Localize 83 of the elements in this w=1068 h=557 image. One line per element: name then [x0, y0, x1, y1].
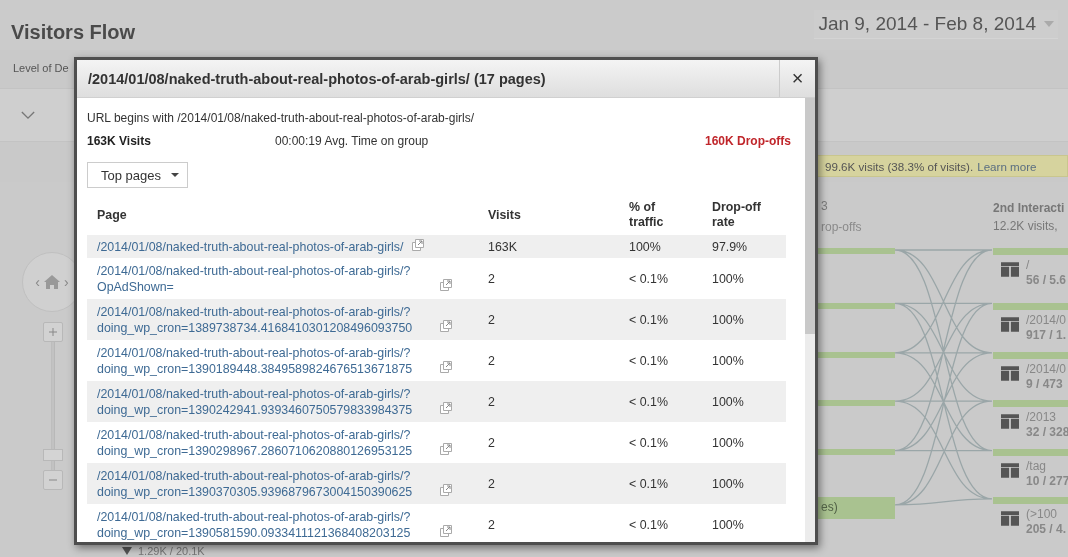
table-cell-text: < 0.1%: [628, 353, 669, 368]
table-cell-text: 100%: [628, 239, 662, 254]
page-group-icon: [1001, 414, 1019, 429]
page-group-icon: [1001, 262, 1019, 277]
column-subheading: rop-offs: [821, 220, 862, 234]
page-link[interactable]: /2014/01/08/naked-truth-about-real-photos-of-arab-girls/?doing_wp_cron=1390581590.0933411121368408203125: [97, 508, 432, 541]
table-cell-text: 100%: [711, 271, 745, 286]
chevron-down-icon[interactable]: [21, 110, 35, 120]
zoom-out-button[interactable]: [43, 470, 63, 490]
page-title: Visitors Flow: [11, 20, 136, 44]
page-group-icon: [1001, 317, 1019, 332]
open-in-new-window-icon[interactable]: [411, 238, 424, 251]
node-stats: 10 / 277: [1026, 474, 1068, 489]
table-cell-text: 2: [487, 517, 496, 532]
table-cell-text: 2: [487, 312, 496, 327]
node-stats: 9 / 473: [1026, 377, 1064, 392]
page-link[interactable]: /2014/01/08/naked-truth-about-real-photos-of-arab-girls/?doing_wp_cron=1390370305.9396879673004150390625: [97, 467, 432, 500]
table-cell-text: 100%: [711, 476, 745, 491]
page-link[interactable]: /2014/01/08/naked-truth-about-real-photos-of-arab-girls/?doing_wp_cron=1390189448.3849589824676513671875: [97, 344, 432, 377]
table-cell-text: 2: [487, 394, 496, 409]
slider-thumb[interactable]: [43, 448, 63, 461]
table-cell-text: 100%: [711, 312, 745, 327]
table-cell-text: 2: [487, 435, 496, 450]
column-subheading: 12.2K visits,: [993, 219, 1059, 233]
notice-text: 99.6K visits (38.3% of visits).: [825, 159, 974, 173]
table-cell-text: < 0.1%: [628, 312, 669, 327]
column-header: Page: [96, 207, 128, 223]
scrollbar[interactable]: [805, 98, 815, 542]
avg-time: 00:00:19 Avg. Time on group: [275, 134, 430, 148]
arrow-icon: [122, 547, 132, 555]
table-cell-text: 100%: [711, 394, 745, 409]
page-link[interactable]: /2014/01/08/naked-truth-about-real-photos-of-arab-girls/?doing_wp_cron=1390298967.2860710620880126953125: [97, 426, 432, 459]
plus-icon: [49, 328, 57, 336]
column-header: Visits: [487, 207, 522, 223]
open-in-new-window-icon[interactable]: [440, 319, 452, 332]
learn-more-link[interactable]: Learn more: [977, 159, 1037, 173]
page-group-icon: [1001, 366, 1019, 381]
open-in-new-window-icon[interactable]: [440, 278, 452, 291]
table-cell-text: < 0.1%: [628, 394, 669, 409]
node-label: es): [821, 500, 838, 514]
visits-total: 163K Visits: [87, 134, 152, 148]
column-header: % of traffic: [628, 200, 665, 230]
table-cell-text: 2: [487, 271, 496, 286]
table-cell-text: 100%: [711, 517, 745, 532]
table-cell-text: < 0.1%: [628, 517, 669, 532]
open-in-new-window-icon[interactable]: [440, 524, 452, 537]
zoom-in-button[interactable]: [43, 322, 63, 342]
table-cell-text: < 0.1%: [628, 435, 669, 450]
table-cell-text: < 0.1%: [628, 271, 669, 286]
dialog-title: /2014/01/08/naked-truth-about-real-photos-of-arab-girls/ (17 pages): [87, 69, 547, 89]
node-stats: 917 / 1.: [1026, 328, 1067, 343]
home-icon[interactable]: [44, 275, 60, 289]
column-header: Drop-off rate: [711, 200, 762, 230]
table-cell-text: < 0.1%: [628, 476, 669, 491]
page-link[interactable]: /2014/01/08/naked-truth-about-real-photos-of-arab-girls/?OpAdShown=: [97, 262, 432, 295]
open-in-new-window-icon[interactable]: [440, 442, 452, 455]
node-stats: 1.29K / 20.1K: [138, 545, 205, 557]
dropoffs-total: 160K Drop-offs: [705, 134, 791, 148]
page-link[interactable]: /2014/01/08/naked-truth-about-real-photos-of-arab-girls/: [97, 238, 404, 255]
table-cell-text: 163K: [487, 239, 518, 254]
open-in-new-window-icon[interactable]: [440, 483, 452, 496]
node-stats: 205 / 4.: [1026, 522, 1067, 537]
url-filter-text: URL begins with /2014/01/08/naked-truth-about-real-photos-of-arab-girls/: [87, 110, 476, 127]
table-cell-text: 97.9%: [711, 239, 749, 254]
caret-icon: [171, 173, 179, 177]
table-cell-text: 100%: [711, 353, 745, 368]
node-stats: 56 / 5.6: [1026, 273, 1067, 288]
page-link[interactable]: /2014/01/08/naked-truth-about-real-photos-of-arab-girls/?doing_wp_cron=1390242941.9393460750579833984375: [97, 385, 432, 418]
table-cell-text: 2: [487, 353, 496, 368]
page-group-icon: [1001, 511, 1019, 526]
top-pages-dropdown[interactable]: Top pages: [87, 162, 188, 188]
page-group-icon: [1001, 463, 1019, 478]
minus-icon: [49, 476, 57, 484]
table-cell-text: 2: [487, 476, 496, 491]
column-heading: 3: [821, 199, 828, 213]
open-in-new-window-icon[interactable]: [440, 401, 452, 414]
column-heading: 2nd Interacti: [993, 201, 1065, 215]
level-label: Level of De: [13, 62, 70, 76]
table-cell-text: 100%: [711, 435, 745, 450]
page-link[interactable]: /2014/01/08/naked-truth-about-real-photos-of-arab-girls/?doing_wp_cron=1389738734.4168410301208496093750: [97, 303, 432, 336]
close-button[interactable]: ×: [779, 60, 815, 97]
caret-icon: [1044, 20, 1054, 27]
open-in-new-window-icon[interactable]: [440, 360, 452, 373]
